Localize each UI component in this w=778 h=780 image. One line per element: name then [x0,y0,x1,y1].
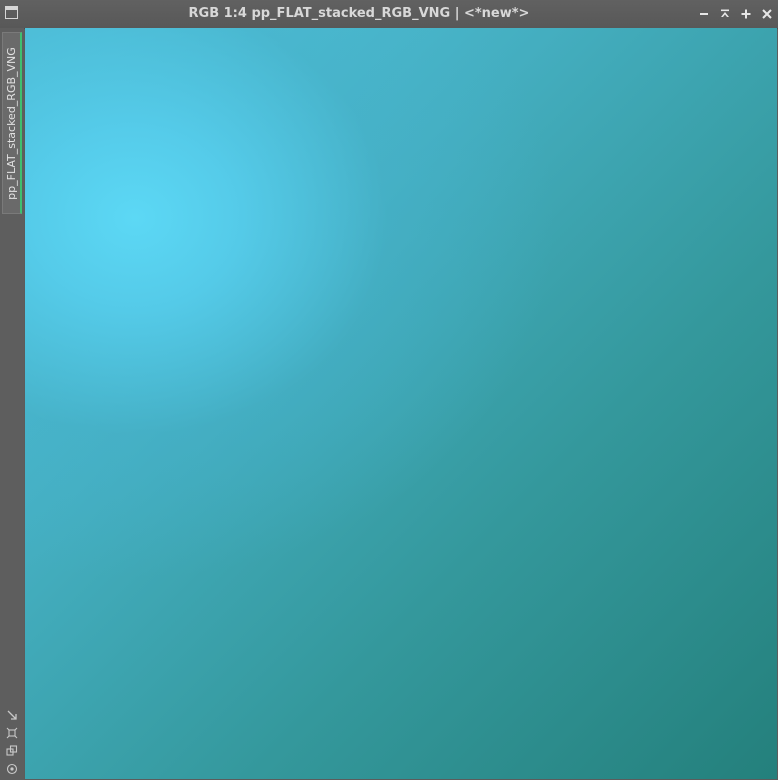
maximize-icon[interactable] [739,6,753,22]
options-icon[interactable] [5,762,19,776]
minimize-icon[interactable] [697,6,711,22]
window-controls [697,6,774,22]
image-canvas[interactable] [25,28,777,779]
title-bar[interactable]: RGB 1:4 pp_FLAT_stacked_RGB_VNG | <*new*… [0,0,778,29]
window-title: RGB 1:4 pp_FLAT_stacked_RGB_VNG | <*new*… [188,6,530,21]
close-icon[interactable] [760,6,774,22]
clone-icon[interactable] [5,744,19,758]
window-menu-icon[interactable] [5,6,18,19]
zoom-to-fit-icon[interactable] [5,708,19,722]
view-tools [5,708,21,776]
image-identifier-label: pp_FLAT_stacked_RGB_VNG [5,46,18,200]
image-window: RGB 1:4 pp_FLAT_stacked_RGB_VNG | <*new*… [0,0,778,780]
shade-icon[interactable] [718,6,732,22]
fit-view-icon[interactable] [5,726,19,740]
image-identifier-tab[interactable]: pp_FLAT_stacked_RGB_VNG [2,32,22,214]
